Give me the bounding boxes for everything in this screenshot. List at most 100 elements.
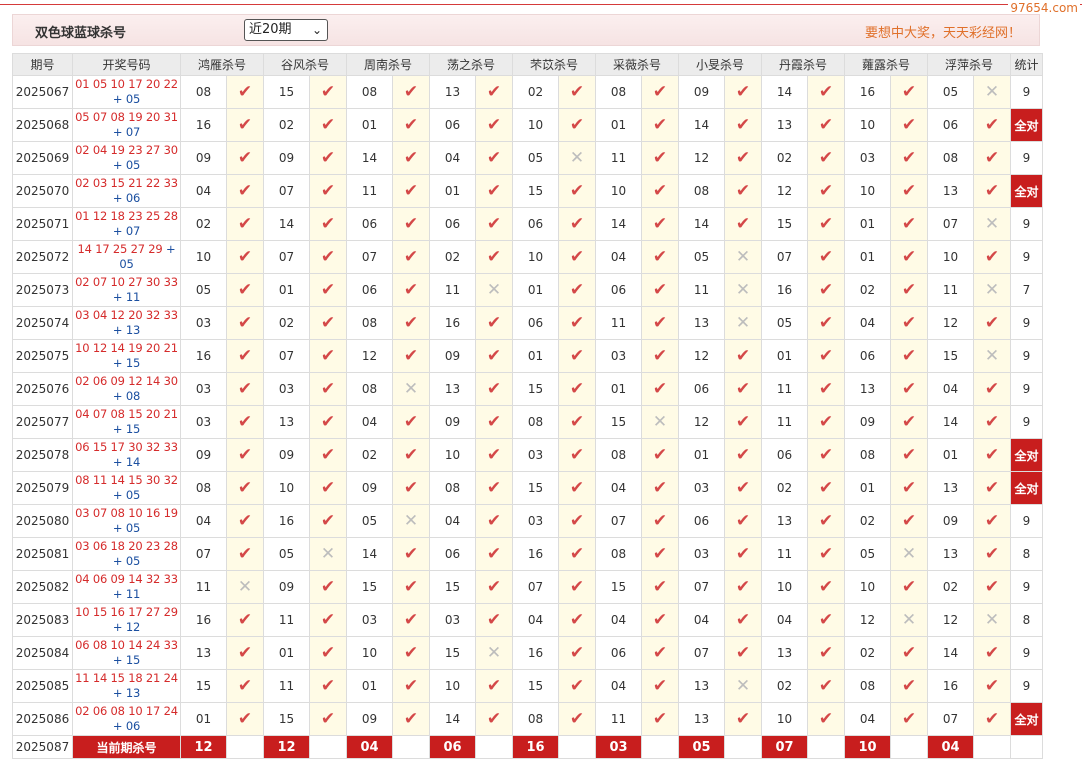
kill-number-cell: 05 [927,75,974,109]
result-cell: ✔ [724,537,762,571]
result-cell: ✔ [973,504,1011,538]
check-icon: ✔ [320,477,336,498]
result-cell: ✔ [558,174,596,208]
result-cell: ✔ [973,702,1011,736]
check-icon: ✔ [984,576,1000,597]
kill-number-cell: 07 [927,207,974,241]
period-range-select[interactable]: 近20期 ⌄ [244,19,328,41]
blue-ball: 12 [125,620,141,634]
cross-icon: ✕ [486,642,502,663]
result-cell: ✔ [641,471,679,505]
plus-sign: + [112,389,126,403]
cross-icon: ✕ [901,609,917,630]
check-icon: ✔ [569,246,585,267]
check-icon: ✔ [237,114,253,135]
result-cell: ✔ [973,537,1011,571]
result-cell: ✔ [807,438,845,472]
result-cell: ✔ [558,702,596,736]
kill-number-cell: 05 [346,504,393,538]
check-icon: ✔ [237,279,253,300]
result-cell: ✔ [558,603,596,637]
result-cell: ✔ [475,471,513,505]
kill-number-cell: 09 [346,471,393,505]
check-icon: ✔ [735,81,751,102]
result-cell: ✕ [558,141,596,175]
check-icon: ✔ [237,675,253,696]
check-icon: ✔ [901,510,917,531]
kill-number-cell: 08 [429,471,476,505]
blue-ball: 05 [125,554,141,568]
blue-ball: 15 [125,653,141,667]
kill-number-cell: 11 [263,669,310,703]
check-icon: ✔ [486,114,502,135]
empty-cell [558,735,596,759]
check-icon: ✔ [486,312,502,333]
kill-number-cell: 04 [595,669,642,703]
kill-number-cell: 01 [346,669,393,703]
cross-icon: ✕ [901,543,917,564]
result-cell: ✔ [890,702,928,736]
check-icon: ✔ [403,147,419,168]
check-icon: ✔ [735,378,751,399]
col-header-expert: 芣苡杀号 [512,53,596,76]
period-cell: 2025082 [12,570,73,604]
period-cell: 2025081 [12,537,73,571]
kill-number-cell: 14 [678,108,725,142]
blue-ball: 05 [125,158,141,172]
result-cell: ✔ [309,108,347,142]
current-period-row: 2025087 当前期杀号 12 12 04 06 16 03 05 07 10 04 [12,735,1043,759]
result-cell: ✔ [641,504,679,538]
table-row: 2025083 10 15 16 17 27 29 + 12 16 ✔ 11 ✔ 03 ✔ 03… [12,603,1043,637]
check-icon: ✔ [486,180,502,201]
cross-icon: ✕ [735,312,751,333]
kill-number-cell: 01 [927,438,974,472]
check-icon: ✔ [403,444,419,465]
check-icon: ✔ [652,378,668,399]
kill-number-cell: 12 [346,339,393,373]
result-cell: ✔ [641,372,679,406]
result-cell: ✔ [226,273,264,307]
current-kill-number: 16 [512,735,559,759]
result-cell: ✔ [226,471,264,505]
result-cell: ✔ [392,636,430,670]
stat-cell: 9 [1010,141,1043,175]
kill-number-cell: 05 [678,240,725,274]
check-icon: ✔ [569,114,585,135]
result-cell: ✔ [724,603,762,637]
plus-sign: + [112,422,126,436]
check-icon: ✔ [320,378,336,399]
table-row: 2025070 02 03 15 21 22 33 + 06 04 ✔ 07 ✔ 11 ✔ 01… [12,174,1043,208]
kill-number-cell: 01 [595,108,642,142]
check-icon: ✔ [818,147,834,168]
check-icon: ✔ [320,345,336,366]
kill-number-cell: 15 [512,372,559,406]
result-cell: ✔ [807,207,845,241]
cross-icon: ✕ [320,543,336,564]
kill-number-cell: 04 [180,504,227,538]
kill-number-cell: 15 [180,669,227,703]
result-cell: ✔ [807,372,845,406]
result-cell: ✔ [641,339,679,373]
check-icon: ✔ [652,708,668,729]
check-icon: ✔ [735,411,751,432]
result-cell: ✕ [392,372,430,406]
kill-number-cell: 09 [927,504,974,538]
plus-sign: + [112,653,126,667]
result-cell: ✔ [890,669,928,703]
table-row: 2025082 04 06 09 14 32 33 + 11 11 ✕ 09 ✔ 15 ✔ 15… [12,570,1043,604]
kill-number-cell: 14 [678,207,725,241]
check-icon: ✔ [818,411,834,432]
current-kill-number: 07 [761,735,808,759]
stat-cell: 8 [1010,603,1043,637]
table-row: 2025080 03 07 08 10 16 19 + 05 04 ✔ 16 ✔ 05 ✕ 04… [12,504,1043,538]
check-icon: ✔ [984,114,1000,135]
check-icon: ✔ [984,477,1000,498]
check-icon: ✔ [486,675,502,696]
kill-number-cell: 01 [844,207,891,241]
check-icon: ✔ [403,114,419,135]
result-cell: ✔ [641,207,679,241]
result-cell: ✔ [226,240,264,274]
check-icon: ✔ [569,510,585,531]
result-cell: ✕ [973,339,1011,373]
result-cell: ✔ [392,570,430,604]
